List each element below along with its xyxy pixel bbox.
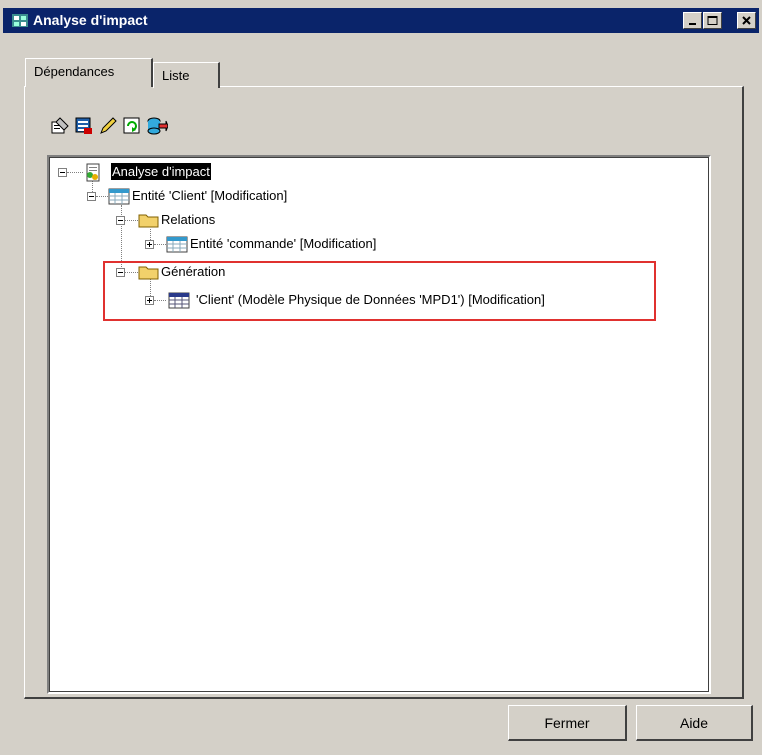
folder-icon [138,211,160,232]
properties-button[interactable] [50,116,72,138]
edit-pencil-icon [100,117,117,134]
minimize-icon [689,23,696,25]
maximize-button[interactable] [703,12,722,29]
window-title: Analyse d'impact [33,12,148,28]
tree-view-button[interactable] [74,116,96,138]
tree-node-entity-client[interactable]: Entité 'Client' [Modification] [132,187,287,204]
entity-table-icon [108,187,130,208]
root-collapse-toggle[interactable] [58,168,67,177]
tab-liste[interactable]: Liste [153,62,220,88]
highlight-annotation [103,261,656,321]
impact-analysis-dialog: Analyse d'impact Dépendances Liste Analy… [0,0,762,755]
close-window-button[interactable] [737,12,756,29]
maximize-icon [707,16,718,25]
entity-commande-expand-toggle[interactable] [145,240,154,249]
tree-node-entity-commande[interactable]: Entité 'commande' [Modification] [190,235,376,252]
tree-node-relations[interactable]: Relations [161,211,215,228]
close-icon [742,16,751,25]
refresh-icon [123,117,140,134]
entity-table-icon [166,235,188,256]
entity-client-collapse-toggle[interactable] [87,192,96,201]
tree-node-root[interactable]: Analyse d'impact [111,163,211,180]
title-bar[interactable]: Analyse d'impact [3,8,759,33]
relations-collapse-toggle[interactable] [116,216,125,225]
refresh-button[interactable] [122,116,144,138]
impact-analysis-icon [11,12,29,29]
tree-view-icon [75,117,92,134]
tab-dependances[interactable]: Dépendances [25,58,153,87]
impact-analysis-node-icon [83,163,103,186]
export-icon [147,117,169,135]
properties-icon [51,117,69,134]
minimize-button[interactable] [683,12,702,29]
export-button[interactable] [146,116,169,138]
edit-button[interactable] [98,116,120,138]
impact-tree[interactable] [47,155,711,694]
help-button[interactable]: Aide [636,705,753,741]
close-button[interactable]: Fermer [508,705,627,741]
